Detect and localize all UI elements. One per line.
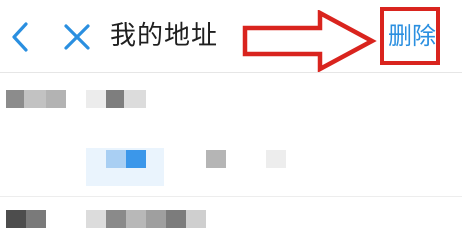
nav-header: 我的地址 删除: [0, 0, 462, 73]
close-icon[interactable]: [60, 20, 94, 54]
delete-button[interactable]: 删除: [384, 14, 440, 58]
row-divider: [0, 196, 462, 197]
chevron-left-icon[interactable]: [6, 18, 36, 56]
page-title: 我的地址: [110, 21, 219, 51]
annotation-arrow-icon: [242, 10, 377, 72]
